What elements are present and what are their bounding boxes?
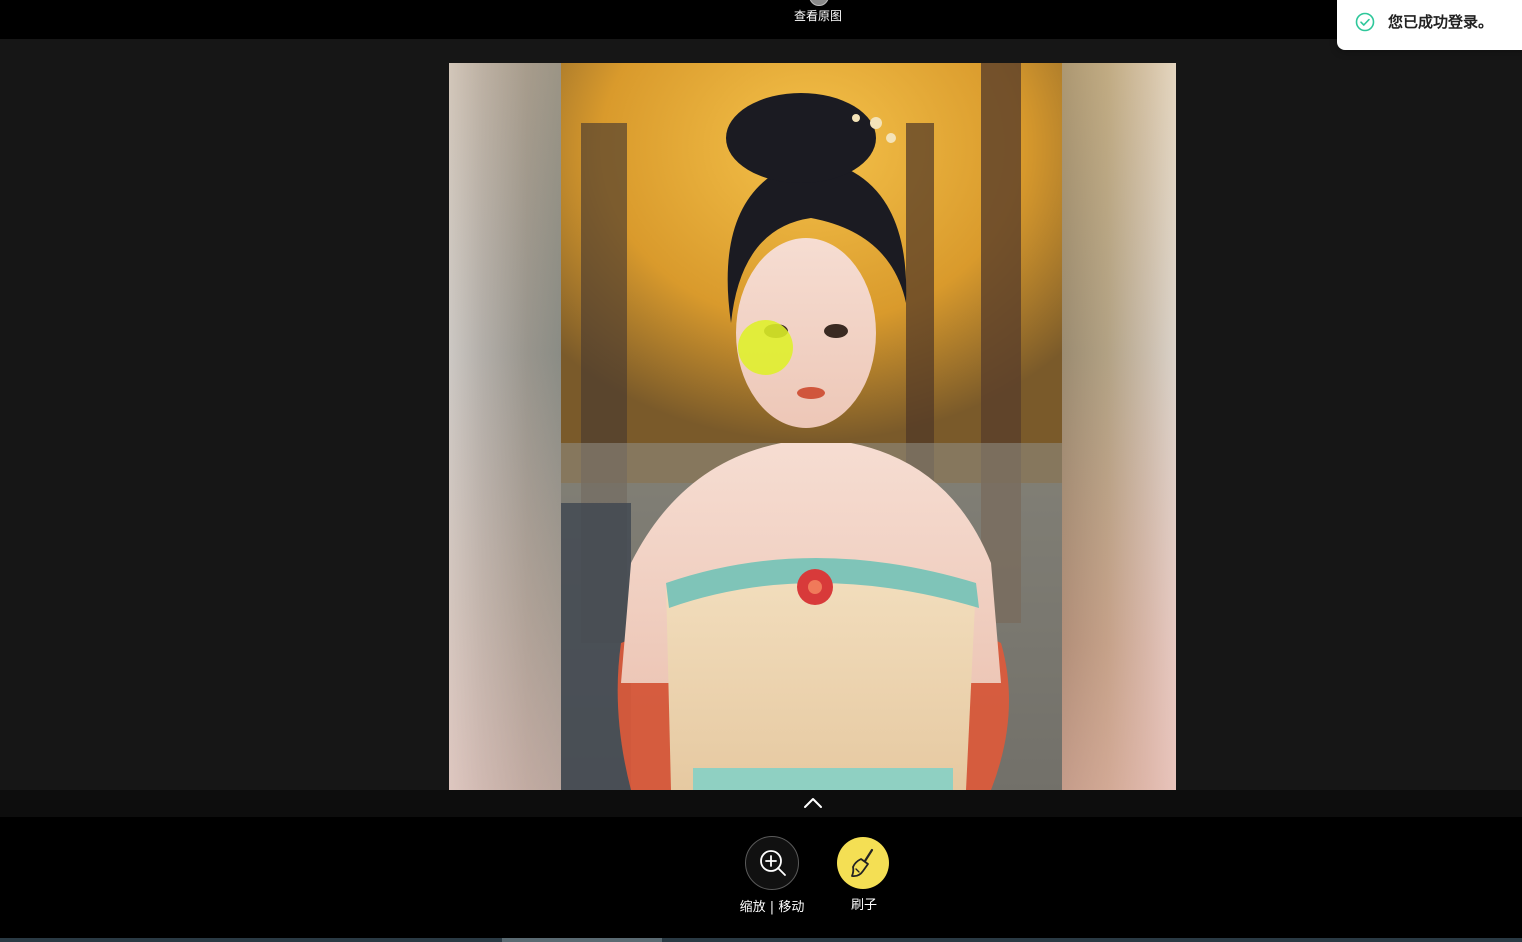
brush-icon — [851, 848, 874, 878]
toast-message: 您已成功登录。 — [1388, 13, 1494, 31]
scrollbar-thumb[interactable] — [502, 938, 662, 942]
zoom-in-icon — [760, 850, 786, 876]
brush-label: 刷子 — [850, 898, 877, 913]
login-success-toast: 您已成功登录。 — [1337, 0, 1522, 50]
view-original-button[interactable]: 查看原图 — [778, 0, 858, 39]
brush-mask-stroke[interactable] — [738, 320, 793, 375]
image-canvas[interactable] — [449, 63, 1176, 790]
toolbar-expand-bar[interactable] — [0, 790, 1522, 817]
chevron-up-icon[interactable] — [803, 797, 823, 809]
eye-icon — [809, 0, 829, 6]
bottom-scrollbar[interactable] — [0, 938, 1522, 942]
zoom-move-tool[interactable]: 缩放 | 移动 — [730, 836, 814, 920]
top-bar — [0, 0, 1522, 39]
portrait-photo[interactable] — [561, 63, 1062, 790]
zoom-move-label: 缩放 | 移动 — [739, 900, 805, 915]
zoom-tool-button[interactable] — [745, 836, 799, 890]
brush-tool[interactable]: 刷子 — [830, 836, 898, 920]
blurred-background-right — [1062, 63, 1176, 790]
blurred-background-left — [449, 63, 561, 790]
brush-tool-button[interactable] — [837, 837, 889, 889]
view-original-label: 查看原图 — [793, 9, 842, 23]
portrait-illustration — [561, 63, 1062, 790]
check-circle-icon — [1355, 12, 1375, 32]
